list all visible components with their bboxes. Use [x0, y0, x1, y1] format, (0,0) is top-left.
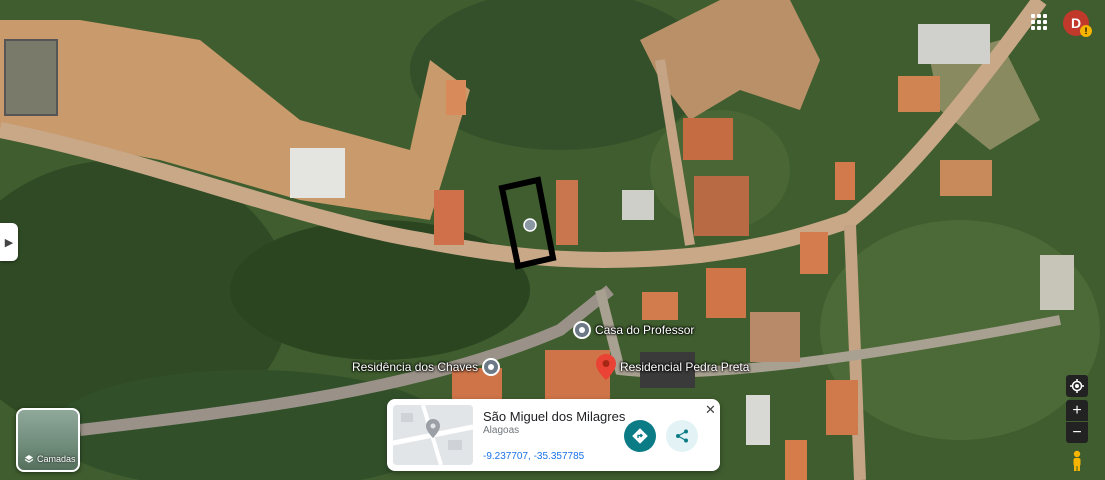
place-residencial-pedra-preta[interactable]: Residencial Pedra Preta — [596, 354, 749, 380]
location-subtitle: Alagoas — [483, 425, 520, 436]
apps-grid-icon[interactable] — [1031, 14, 1047, 30]
close-icon[interactable]: ✕ — [705, 402, 716, 418]
pegman-icon[interactable] — [1070, 450, 1084, 472]
place-residencia-dos-chaves[interactable]: Residência dos Chaves — [352, 358, 501, 376]
chevron-right-icon: ▶ — [4, 236, 14, 249]
layers-icon — [24, 455, 34, 463]
share-button[interactable] — [666, 420, 698, 452]
side-panel-toggle[interactable]: ▶ — [0, 223, 18, 261]
share-icon — [676, 429, 688, 443]
red-marker-icon — [596, 354, 616, 380]
map-canvas[interactable]: Casa do Professor Residência dos Chaves … — [0, 0, 1105, 480]
directions-icon — [632, 428, 648, 444]
location-thumbnail[interactable] — [393, 405, 473, 465]
place-label: Residencial Pedra Preta — [620, 360, 750, 374]
warning-badge-icon: ! — [1080, 25, 1092, 37]
zoom-out-button[interactable]: − — [1066, 422, 1088, 443]
location-info-card: São Miguel dos Milagres Alagoas -9.23770… — [387, 399, 720, 471]
place-casa-do-professor[interactable]: Casa do Professor — [573, 321, 694, 339]
zoom-in-button[interactable]: + — [1066, 400, 1088, 421]
place-label: Casa do Professor — [595, 323, 695, 337]
place-label: Residência dos Chaves — [352, 360, 479, 374]
place-pin-icon — [573, 321, 591, 339]
place-pin-icon — [482, 358, 501, 376]
location-title: São Miguel dos Milagres — [483, 409, 626, 424]
layers-button[interactable]: Camadas — [16, 408, 80, 472]
location-coordinates[interactable]: -9.237707, -35.357785 — [483, 451, 584, 462]
directions-button[interactable] — [624, 420, 656, 452]
my-location-button[interactable] — [1066, 375, 1088, 397]
crosshair-icon — [1070, 379, 1084, 393]
layers-label: Camadas — [37, 454, 76, 464]
